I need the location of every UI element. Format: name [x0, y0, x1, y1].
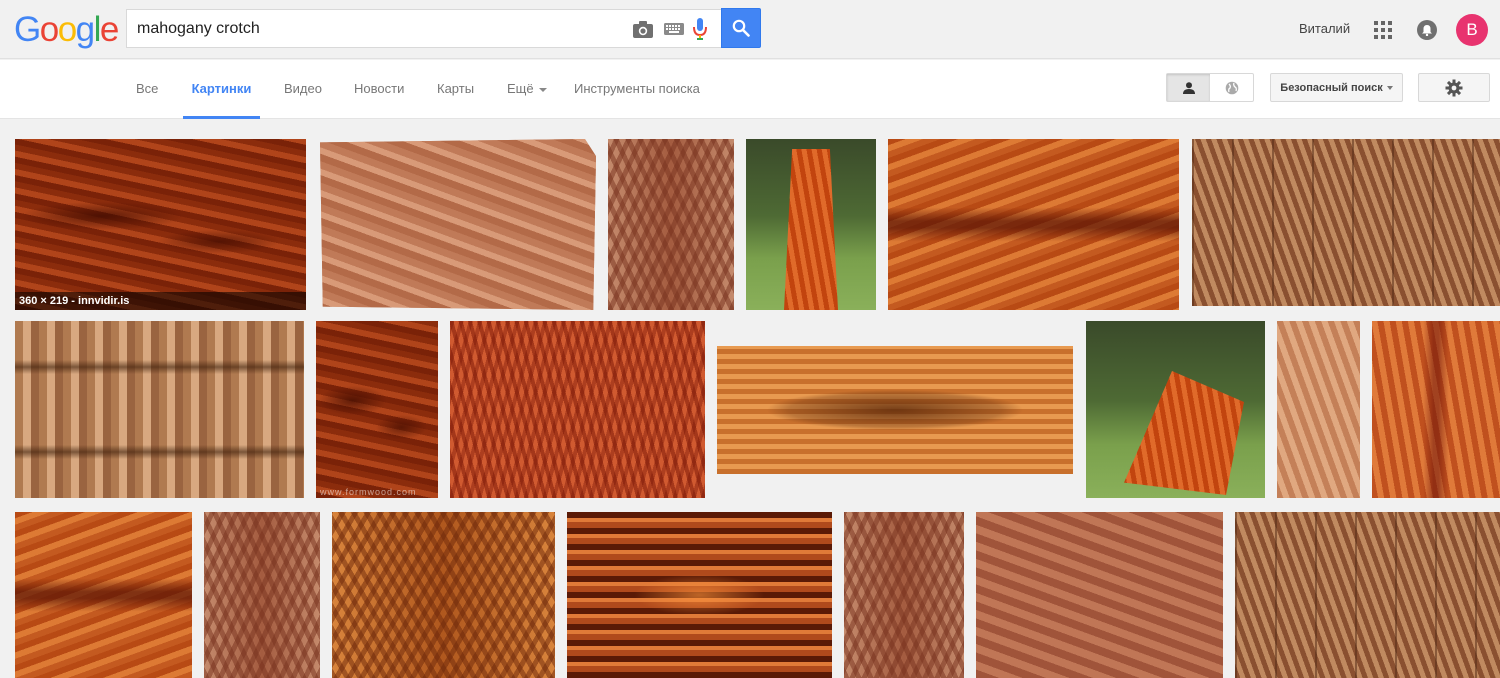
image-result[interactable]: [1277, 321, 1360, 498]
image-result[interactable]: [1372, 321, 1500, 498]
global-results-button[interactable]: [1210, 74, 1253, 101]
tab-images[interactable]: Картинки: [183, 60, 260, 119]
globe-icon: [1225, 81, 1238, 94]
logo-letter: o: [39, 10, 59, 49]
logo-letter: o: [57, 10, 77, 49]
image-result[interactable]: [204, 512, 320, 678]
search-button[interactable]: [721, 8, 761, 48]
personal-results-button[interactable]: [1167, 74, 1210, 101]
camera-icon[interactable]: [633, 19, 653, 39]
image-result[interactable]: www.formwood.com: [316, 321, 438, 498]
image-result[interactable]: [888, 139, 1179, 310]
safe-search-label: Безопасный поиск: [1280, 81, 1383, 94]
image-result[interactable]: [320, 139, 596, 310]
keyboard-icon[interactable]: [664, 19, 684, 39]
image-result[interactable]: [608, 139, 734, 310]
tab-more-label: Ещё: [507, 81, 534, 96]
tab-maps[interactable]: Карты: [437, 60, 474, 119]
image-result[interactable]: [717, 346, 1073, 474]
image-watermark: www.formwood.com: [320, 487, 417, 497]
person-icon: [1182, 81, 1195, 94]
logo-letter: g: [75, 10, 95, 49]
tab-all[interactable]: Все: [136, 60, 158, 119]
tab-more[interactable]: Ещё: [507, 60, 547, 119]
chevron-down-icon: [538, 87, 547, 92]
personal-results-toggle: [1166, 73, 1254, 102]
microphone-icon[interactable]: [693, 18, 707, 40]
image-result[interactable]: [844, 512, 964, 678]
image-result[interactable]: [746, 139, 876, 310]
avatar[interactable]: B: [1456, 14, 1488, 46]
tab-video[interactable]: Видео: [284, 60, 322, 119]
image-result[interactable]: [332, 512, 555, 678]
image-result[interactable]: [567, 512, 832, 678]
gear-icon: [1445, 79, 1463, 96]
image-result[interactable]: [976, 512, 1223, 678]
search-box: [126, 9, 721, 48]
settings-button[interactable]: [1418, 73, 1490, 102]
image-caption: 360 × 219 - innvidir.is: [15, 292, 306, 310]
google-logo[interactable]: Google: [14, 10, 119, 50]
image-result[interactable]: [1192, 139, 1500, 306]
image-result[interactable]: [1086, 321, 1265, 498]
chevron-down-icon: [1386, 85, 1393, 90]
user-name-link[interactable]: Виталий: [1299, 21, 1350, 36]
image-result[interactable]: [1235, 512, 1500, 678]
image-result[interactable]: [450, 321, 705, 498]
image-result[interactable]: [15, 512, 192, 678]
search-icon: [732, 19, 750, 37]
safe-search-dropdown[interactable]: Безопасный поиск: [1270, 73, 1403, 102]
search-input[interactable]: [127, 10, 617, 47]
image-result[interactable]: [15, 321, 304, 498]
notifications-bell-icon[interactable]: [1417, 20, 1437, 40]
tab-news[interactable]: Новости: [354, 60, 404, 119]
logo-letter: G: [14, 10, 41, 49]
logo-letter: e: [99, 10, 119, 49]
tab-search-tools[interactable]: Инструменты поиска: [574, 60, 700, 119]
image-result[interactable]: 360 × 219 - innvidir.is: [15, 139, 306, 310]
apps-grid-icon[interactable]: [1374, 21, 1392, 39]
top-header: Google Виталий B: [0, 0, 1500, 59]
